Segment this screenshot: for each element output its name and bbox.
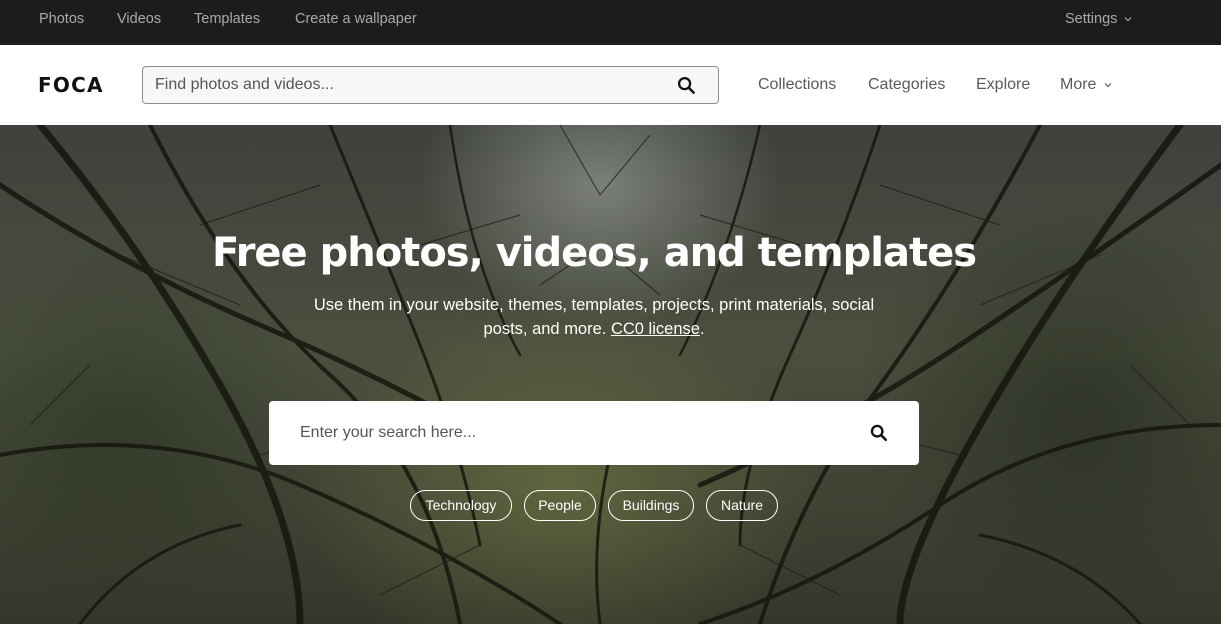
hero-search-box (269, 401, 919, 465)
cc0-license-link[interactable]: CC0 license (611, 320, 700, 338)
nav-collections[interactable]: Collections (758, 45, 836, 125)
hero-section: Free photos, videos, and templates Use t… (0, 125, 1221, 624)
header-search-input[interactable] (143, 67, 663, 103)
search-icon[interactable] (677, 76, 696, 95)
chip-buildings[interactable]: Buildings (608, 490, 694, 521)
hero-headline: Free photos, videos, and templates (211, 230, 977, 276)
logo[interactable]: FOCA (38, 45, 104, 125)
settings-label: Settings (1065, 11, 1118, 27)
chip-nature[interactable]: Nature (706, 490, 778, 521)
topbar-link-videos[interactable]: Videos (117, 0, 161, 38)
chip-people[interactable]: People (524, 490, 596, 521)
nav-more-label: More (1060, 76, 1097, 93)
hero-subtitle-period: . (699, 320, 705, 338)
chevron-down-icon (1125, 17, 1132, 22)
topbar-link-photos[interactable]: Photos (39, 0, 84, 38)
topbar-link-templates[interactable]: Templates (194, 0, 260, 38)
chip-technology[interactable]: Technology (410, 490, 512, 521)
search-icon[interactable] (870, 424, 888, 442)
nav-explore[interactable]: Explore (976, 45, 1030, 125)
chevron-down-icon (1104, 82, 1112, 88)
topbar-link-create-wallpaper[interactable]: Create a wallpaper (295, 0, 417, 38)
nav-more[interactable]: More (1060, 45, 1112, 125)
hero-search-input[interactable] (269, 401, 849, 465)
hero-background-image (0, 125, 1221, 624)
header: FOCA Collections Categories Explore More (0, 45, 1221, 125)
hero-subtitle: Use them in your website, themes, templa… (296, 293, 892, 341)
settings-dropdown[interactable]: Settings (1065, 0, 1132, 38)
nav-categories[interactable]: Categories (868, 45, 945, 125)
top-bar: Photos Videos Templates Create a wallpap… (0, 0, 1221, 45)
hero-subtitle-text: Use them in your website, themes, templa… (313, 296, 875, 338)
header-search-box (142, 66, 719, 104)
